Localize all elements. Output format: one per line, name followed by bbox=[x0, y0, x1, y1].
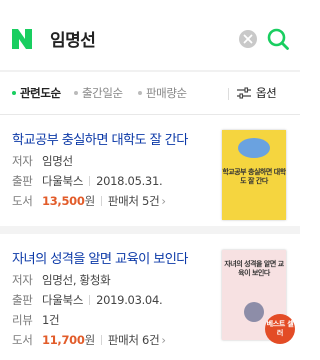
price-label: 도서 bbox=[12, 333, 33, 347]
sort-relevance[interactable]: 관련도순 bbox=[12, 85, 61, 101]
review-label: 리뷰 bbox=[12, 313, 33, 327]
publisher-value: 다울북스 bbox=[42, 293, 84, 307]
price-row: 도서 13,500원 판매처 5건 › bbox=[12, 193, 166, 209]
pub-date: 2019.03.04. bbox=[96, 293, 163, 307]
chevron-right-icon: › bbox=[161, 194, 166, 208]
divider bbox=[0, 226, 300, 234]
sort-label: 판매량순 bbox=[146, 86, 187, 100]
dot-icon bbox=[138, 90, 142, 95]
author-value[interactable]: 임명선, 황청화 bbox=[42, 273, 111, 287]
naver-n-logo[interactable] bbox=[12, 29, 32, 49]
price-unit: 원 bbox=[84, 194, 96, 208]
publisher-label: 출판 bbox=[12, 174, 33, 188]
cover-graphic bbox=[244, 302, 264, 322]
publisher-row: 출판 다울북스 2018.05.31. bbox=[12, 173, 163, 189]
sort-sales[interactable]: 판매량순 bbox=[138, 85, 187, 101]
seller-link[interactable]: 판매처 5건 bbox=[108, 194, 160, 208]
review-count[interactable]: 1건 bbox=[42, 313, 60, 327]
divider bbox=[89, 294, 91, 305]
cover-title: 자녀의 성격을 알면 교육이 보인다 bbox=[224, 260, 284, 277]
search-bar: 임명선 bbox=[0, 0, 300, 72]
sort-label: 관련도순 bbox=[20, 86, 61, 100]
sliders-icon[interactable] bbox=[237, 87, 251, 99]
divider bbox=[100, 195, 102, 206]
dot-icon bbox=[74, 90, 78, 95]
author-row: 저자 임명선 bbox=[12, 153, 73, 169]
publisher-label: 출판 bbox=[12, 293, 33, 307]
book-cover[interactable]: 학교공부 충실하면 대학도 잘 간다 bbox=[222, 130, 286, 220]
price-unit: 원 bbox=[84, 333, 96, 347]
book-card[interactable]: 자녀의 성격을 알면 교육이 보인다 저자 임명선, 황청화 출판 다울북스 2019… bbox=[0, 234, 300, 360]
cover-title: 학교공부 충실하면 대학도 잘 간다 bbox=[222, 168, 286, 185]
price-value: 11,700 bbox=[42, 333, 85, 347]
pub-date: 2018.05.31. bbox=[96, 174, 163, 188]
divider bbox=[89, 175, 91, 186]
bestseller-badge: 베스트 셀러 bbox=[265, 314, 295, 344]
sort-label: 출간일순 bbox=[82, 86, 123, 100]
sort-bar: 관련도순 출간일순 판매량순 옵션 bbox=[0, 72, 300, 116]
publisher-value: 다울북스 bbox=[42, 174, 84, 188]
chevron-right-icon: › bbox=[161, 333, 166, 347]
search-input[interactable]: 임명선 bbox=[50, 26, 96, 51]
clear-x-icon[interactable] bbox=[239, 30, 257, 48]
author-value[interactable]: 임명선 bbox=[42, 154, 73, 168]
publisher-row: 출판 다울북스 2019.03.04. bbox=[12, 292, 163, 308]
cover-graphic bbox=[238, 138, 270, 158]
book-title[interactable]: 자녀의 성격을 알면 교육이 보인다 bbox=[12, 248, 188, 267]
price-row: 도서 11,700원 판매처 6건 › bbox=[12, 332, 166, 348]
options-button[interactable]: 옵션 bbox=[256, 85, 277, 101]
review-row: 리뷰 1건 bbox=[12, 312, 60, 328]
dot-icon bbox=[12, 90, 16, 95]
sort-pubdate[interactable]: 출간일순 bbox=[74, 85, 123, 101]
divider bbox=[228, 88, 229, 100]
price-value: 13,500 bbox=[42, 194, 85, 208]
divider bbox=[100, 334, 102, 345]
book-card[interactable]: 학교공부 충실하면 대학도 잘 간다 저자 임명선 출판 다울북스 2018.05.3… bbox=[0, 115, 300, 226]
book-title[interactable]: 학교공부 충실하면 대학도 잘 간다 bbox=[12, 129, 188, 148]
price-label: 도서 bbox=[12, 194, 33, 208]
search-icon[interactable] bbox=[266, 27, 290, 51]
author-label: 저자 bbox=[12, 154, 33, 168]
author-row: 저자 임명선, 황청화 bbox=[12, 272, 111, 288]
seller-link[interactable]: 판매처 6건 bbox=[108, 333, 160, 347]
author-label: 저자 bbox=[12, 273, 33, 287]
